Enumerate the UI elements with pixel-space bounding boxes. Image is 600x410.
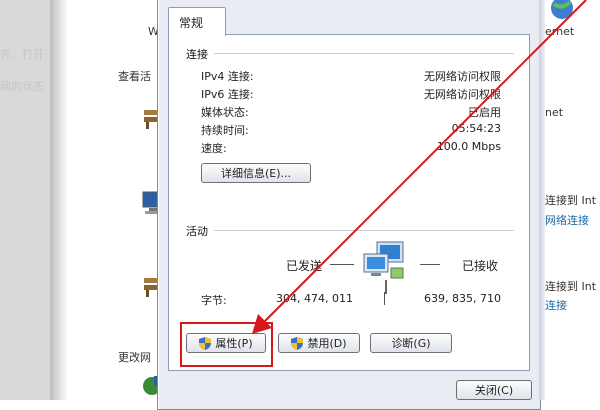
- bg-connect-label: 连接到 Int: [545, 194, 597, 207]
- ipv4-label: IPv4 连接:: [201, 70, 254, 83]
- disable-label: 禁用(D): [307, 337, 347, 350]
- bg-net-label: net: [545, 106, 564, 119]
- duration-value: 05:54:23: [451, 122, 501, 135]
- bytes-received-value: 639, 835, 710: [424, 292, 501, 305]
- activity-separator: [214, 230, 514, 231]
- duration-label: 持续时间:: [201, 124, 249, 137]
- dialog-edge: [539, 0, 545, 400]
- sent-label: 已发送: [286, 259, 323, 273]
- ipv6-label: IPv6 连接:: [201, 88, 254, 101]
- diagnose-button[interactable]: 诊断(G): [370, 333, 452, 353]
- network-activity-icon: [363, 241, 404, 294]
- received-dash: [420, 264, 440, 265]
- received-label: 已接收: [462, 259, 499, 273]
- details-button[interactable]: 详细信息(E)...: [201, 163, 311, 183]
- bytes-sent-value: 304, 474, 011: [276, 292, 353, 305]
- general-tab-panel: [168, 34, 530, 371]
- left-fragment-1: 先，打开: [0, 48, 44, 61]
- left-fragment-2: 网的状态: [0, 80, 44, 93]
- tab-general[interactable]: 常规: [168, 7, 226, 36]
- disable-button[interactable]: 禁用(D): [278, 333, 360, 353]
- bg-network-connection-link[interactable]: 网络连接: [545, 212, 589, 228]
- ipv6-value: 无网络访问权限: [424, 88, 501, 101]
- speed-label: 速度:: [201, 142, 227, 155]
- ipv4-value: 无网络访问权限: [424, 70, 501, 83]
- bg-label-view-active: 查看活: [118, 70, 151, 83]
- connection-section-title: 连接: [186, 48, 208, 61]
- connection-separator: [214, 53, 514, 54]
- bytes-label: 字节:: [201, 294, 227, 307]
- bytes-divider: [384, 292, 385, 305]
- panel-shadow: [50, 0, 68, 400]
- activity-section-title: 活动: [186, 225, 208, 238]
- bg-connection-link[interactable]: 连接: [545, 297, 567, 313]
- close-button[interactable]: 关闭(C): [456, 380, 532, 400]
- bg-connect-label-2: 连接到 Int: [545, 280, 597, 293]
- uac-shield-icon: [291, 336, 304, 350]
- speed-value: 100.0 Mbps: [436, 140, 501, 153]
- internet-globe-icon: [551, 0, 573, 19]
- sent-dash: [330, 264, 354, 265]
- highlight-box: [180, 322, 273, 367]
- media-status-value: 已启用: [468, 106, 501, 119]
- tab-general-label: 常规: [179, 16, 204, 30]
- left-background: 先，打开 网的状态: [0, 0, 50, 400]
- media-status-label: 媒体状态:: [201, 106, 249, 119]
- bg-internet-label: ernet: [545, 25, 575, 38]
- bg-label-change-network: 更改网: [118, 351, 151, 364]
